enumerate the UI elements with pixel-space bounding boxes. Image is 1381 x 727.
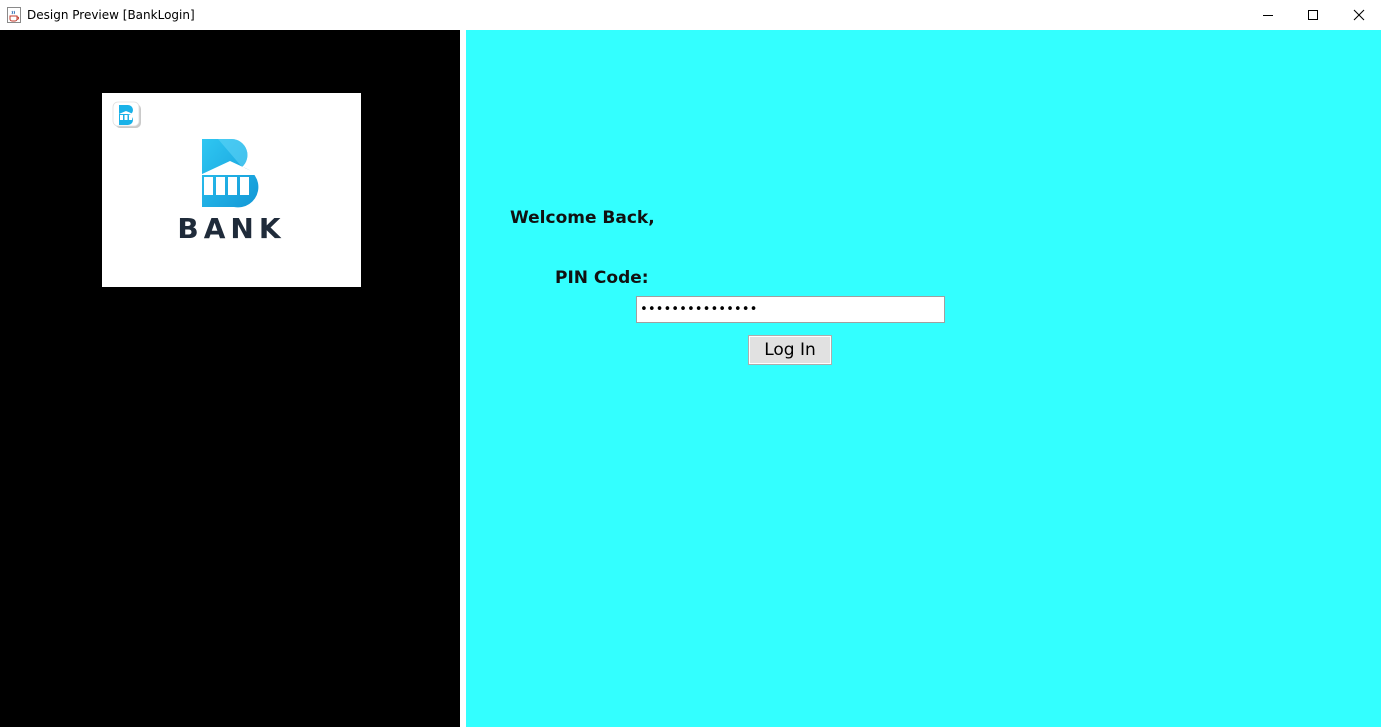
window-title: Design Preview [BankLogin] [27,8,195,22]
bank-building-icon [200,139,260,208]
maximize-icon [1308,10,1318,20]
welcome-heading: Welcome Back, [510,208,655,228]
bank-badge-icon [112,101,141,128]
login-panel: Welcome Back, PIN Code: Log In [466,30,1381,727]
maximize-button[interactable] [1290,0,1336,30]
app-window: Design Preview [BankLogin] BANK Welcome … [0,0,1381,727]
java-cup-icon [7,7,21,23]
minimize-button[interactable] [1245,0,1291,30]
pin-code-label: PIN Code: [555,268,649,288]
title-bar[interactable]: Design Preview [BankLogin] [0,0,1381,30]
bank-wordmark: BANK [177,212,286,245]
left-panel: BANK [0,30,460,727]
close-icon [1353,9,1365,21]
pin-code-field[interactable] [636,296,945,323]
log-in-button[interactable]: Log In [748,335,832,365]
bank-logo: BANK [102,93,361,287]
close-button[interactable] [1336,0,1381,30]
minimize-icon [1263,15,1273,16]
